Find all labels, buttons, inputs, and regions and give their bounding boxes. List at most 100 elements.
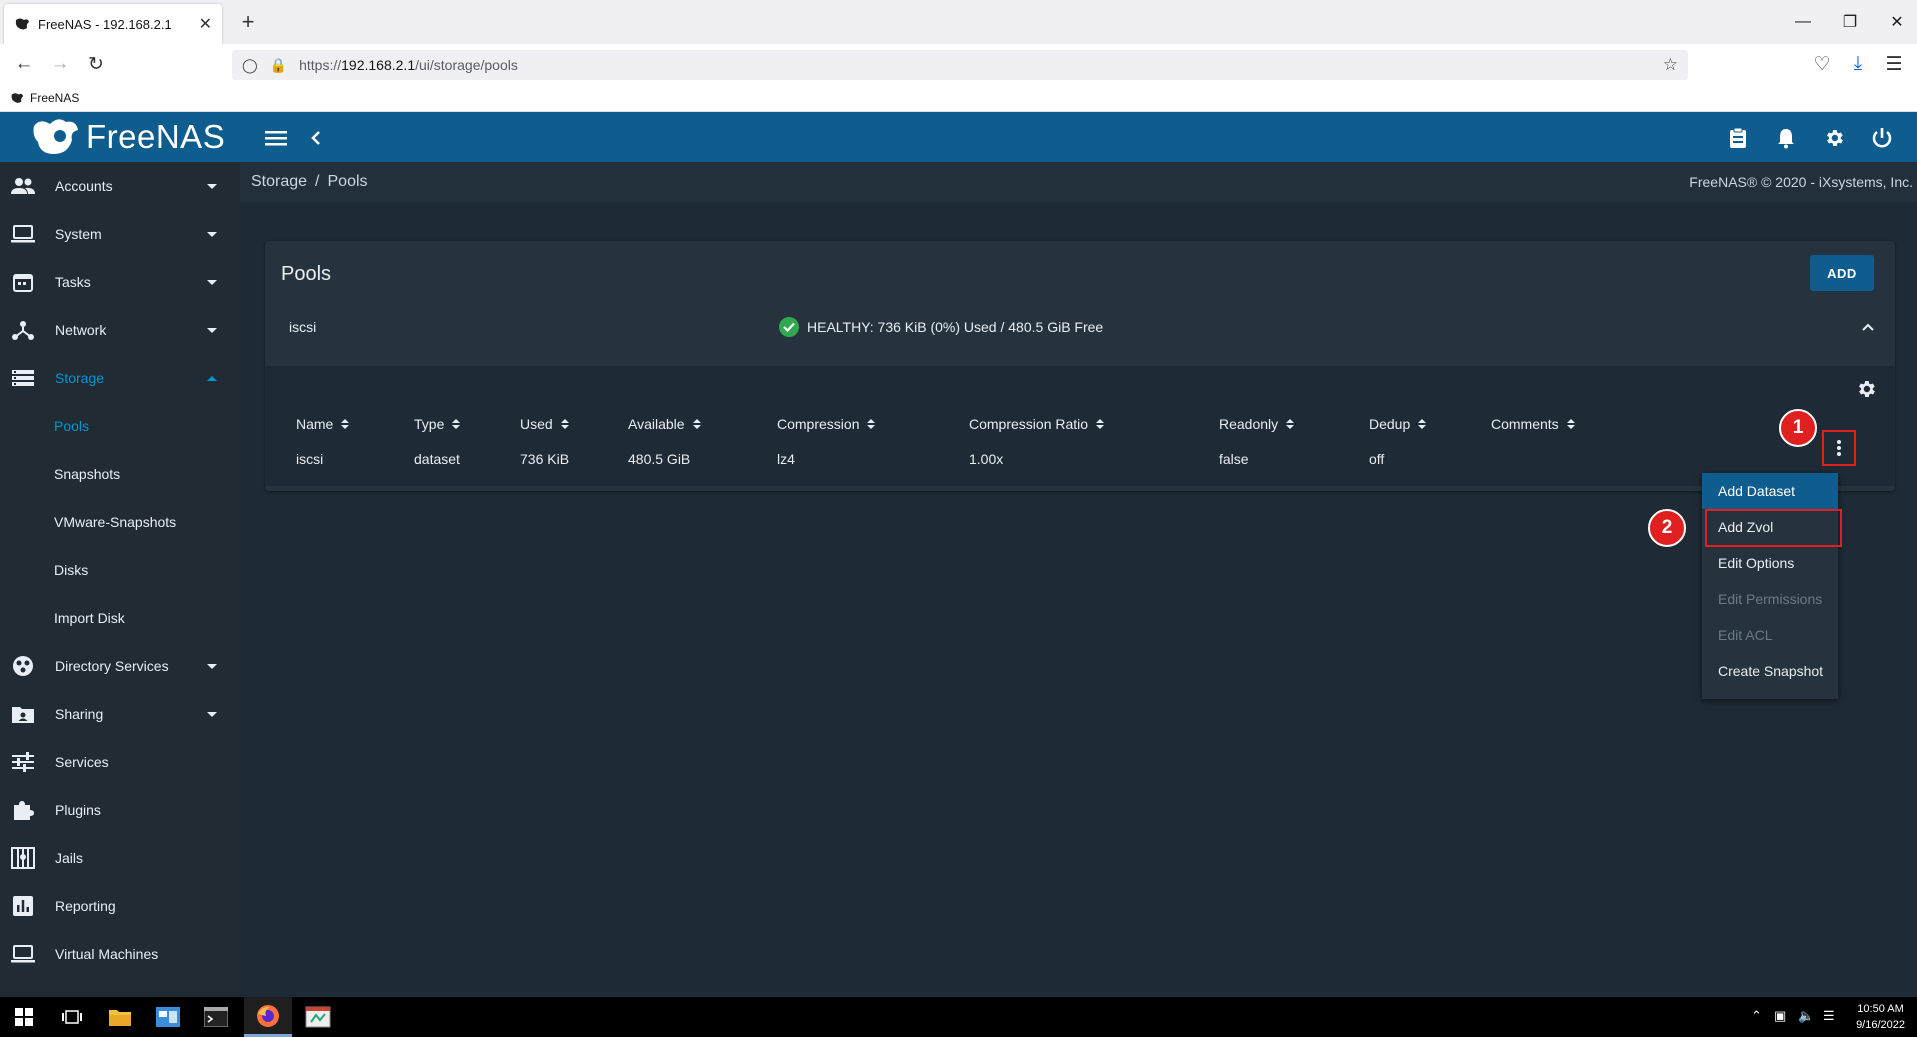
cell-name: iscsi [296, 451, 324, 467]
chevron-down-icon [207, 663, 217, 669]
network-tray-icon[interactable]: ▣ [1774, 1008, 1786, 1024]
sidebar-item-tasks[interactable]: Tasks [0, 258, 240, 306]
gear-icon[interactable] [1820, 124, 1848, 152]
terminal-icon[interactable] [192, 997, 240, 1037]
url-prefix: https:// [299, 57, 342, 73]
taskbar-clock[interactable]: 10:50 AM 9/16/2022 [1856, 1001, 1905, 1033]
app-top-bar: FreeNAS [0, 112, 1917, 162]
hamburger-menu-icon[interactable] [262, 124, 290, 152]
row-actions-more-vert-icon[interactable] [1822, 430, 1856, 466]
chevron-up-icon[interactable] [1861, 319, 1875, 337]
tab-title: FreeNAS - 192.168.2.1 [38, 16, 172, 32]
computer-icon [11, 942, 35, 966]
bookmark-star-icon[interactable]: ☆ [1663, 55, 1678, 75]
freenas-favicon-icon [15, 18, 29, 30]
shield-icon: ◯ [242, 56, 258, 73]
sidebar-item-sharing[interactable]: Sharing [0, 690, 240, 738]
sidebar-subitem-import-disk[interactable]: Import Disk [54, 594, 125, 642]
reload-icon[interactable]: ↻ [82, 50, 110, 78]
cell-compression: lz4 [777, 451, 795, 467]
pocket-icon[interactable]: ♡ [1808, 50, 1836, 78]
clipboard-icon[interactable] [1724, 124, 1752, 152]
sidebar-subitem-snapshots[interactable]: Snapshots [54, 450, 120, 498]
bookmark-freenas[interactable]: FreeNAS [30, 91, 79, 105]
sidebar-item-virtual-machines[interactable]: Virtual Machines [0, 930, 240, 978]
sidebar-item-plugins[interactable]: Plugins [0, 786, 240, 834]
jail-icon [11, 846, 35, 870]
url-bar[interactable]: ◯ 🔒 https://192.168.2.1/ui/storage/pools… [232, 50, 1688, 80]
menu-item-edit-acl[interactable]: Edit ACL [1702, 617, 1838, 653]
menu-item-add-dataset[interactable]: Add Dataset [1702, 473, 1838, 509]
bell-icon[interactable] [1772, 124, 1800, 152]
column-header-used[interactable]: Used [520, 416, 569, 432]
column-header-compression-ratio[interactable]: Compression Ratio [969, 416, 1105, 432]
table-settings-gear-icon[interactable] [1855, 378, 1877, 405]
sidebar-item-directory-services[interactable]: Directory Services [0, 642, 240, 690]
sidebar-item-services[interactable]: Services [0, 738, 240, 786]
pool-header-row[interactable]: iscsi HEALTHY: 736 KiB (0%) Used / 480.5… [265, 305, 1895, 351]
column-header-readonly[interactable]: Readonly [1219, 416, 1295, 432]
sidebar-item-system[interactable]: System [0, 210, 240, 258]
menu-item-edit-permissions[interactable]: Edit Permissions [1702, 581, 1838, 617]
notifications-icon[interactable]: ☰ [1823, 1008, 1835, 1024]
sidebar-subitem-disks[interactable]: Disks [54, 546, 88, 594]
sidebar-item-network[interactable]: Network [0, 306, 240, 354]
people-icon [11, 174, 35, 198]
tab-close-icon[interactable]: ✕ [199, 14, 212, 34]
sort-icon [1096, 419, 1105, 429]
windows-start-icon[interactable] [0, 997, 48, 1037]
column-header-available[interactable]: Available [628, 416, 701, 432]
sidebar-subitem-pools[interactable]: Pools [54, 402, 89, 450]
menu-item-create-snapshot[interactable]: Create Snapshot [1702, 653, 1838, 689]
add-pool-button[interactable]: ADD [1810, 255, 1874, 291]
breadcrumb-storage[interactable]: Storage [251, 173, 307, 190]
forward-arrow-icon[interactable]: → [46, 50, 74, 78]
sidebar-item-jails[interactable]: Jails [0, 834, 240, 882]
breadcrumb: Storage / Pools [251, 173, 368, 191]
freenas-logo[interactable]: FreeNAS [30, 116, 225, 158]
server-manager-icon[interactable] [144, 997, 192, 1037]
column-header-comments[interactable]: Comments [1491, 416, 1575, 432]
check-circle-icon [779, 317, 799, 337]
window-close-icon[interactable]: ✕ [1877, 8, 1917, 36]
bookmarks-bar: FreeNAS [0, 84, 1917, 112]
cell-dedup: off [1369, 451, 1385, 467]
browser-tab[interactable]: FreeNAS - 192.168.2.1 ✕ [4, 4, 222, 44]
browser-nav-bar: ← → ↻ ◯ 🔒 https://192.168.2.1/ui/storage… [0, 44, 1917, 84]
dataset-table: Name Type Used Available Compression Com… [265, 366, 1895, 486]
shared-folder-icon [11, 702, 35, 726]
task-view-icon[interactable] [48, 997, 96, 1037]
app-window-icon[interactable] [294, 997, 342, 1037]
sliders-icon [11, 750, 35, 774]
sidebar-item-storage[interactable]: Storage [0, 354, 240, 402]
bar-chart-icon [11, 894, 35, 918]
sidebar-subitem-vmware-snapshots[interactable]: VMware-Snapshots [54, 498, 176, 546]
copyright-text: FreeNAS® © 2020 - iXsystems, Inc. [1689, 174, 1913, 190]
column-header-compression[interactable]: Compression [777, 416, 876, 432]
pools-card: Pools ADD iscsi HEALTHY: 736 KiB (0%) Us… [265, 241, 1895, 491]
back-arrow-icon[interactable]: ← [10, 50, 38, 78]
app-menu-icon[interactable]: ☰ [1880, 50, 1908, 78]
download-icon[interactable]: ⤓ [1844, 50, 1872, 78]
firefox-icon[interactable] [244, 997, 292, 1037]
menu-item-edit-options[interactable]: Edit Options [1702, 545, 1838, 581]
clock-date: 9/16/2022 [1856, 1019, 1905, 1031]
breadcrumb-pools: Pools [327, 173, 368, 190]
column-header-type[interactable]: Type [414, 416, 461, 432]
file-explorer-icon[interactable] [96, 997, 144, 1037]
column-header-name[interactable]: Name [296, 416, 350, 432]
sort-icon [867, 419, 876, 429]
url-host: 192.168.2.1 [341, 57, 416, 73]
tray-expand-icon[interactable]: ⌃ [1751, 1008, 1762, 1024]
new-tab-button[interactable]: + [234, 8, 262, 36]
minimize-icon[interactable]: — [1783, 8, 1823, 36]
page-title: Pools [281, 263, 332, 285]
column-header-dedup[interactable]: Dedup [1369, 416, 1427, 432]
chevron-down-icon [207, 279, 217, 285]
sidebar-item-accounts[interactable]: Accounts [0, 162, 240, 210]
sidebar-item-reporting[interactable]: Reporting [0, 882, 240, 930]
restore-icon[interactable]: ❐ [1830, 8, 1870, 36]
collapse-sidebar-chevron-icon[interactable] [302, 124, 330, 152]
volume-muted-icon[interactable]: 🔈 [1798, 1008, 1814, 1024]
power-icon[interactable] [1868, 124, 1896, 152]
